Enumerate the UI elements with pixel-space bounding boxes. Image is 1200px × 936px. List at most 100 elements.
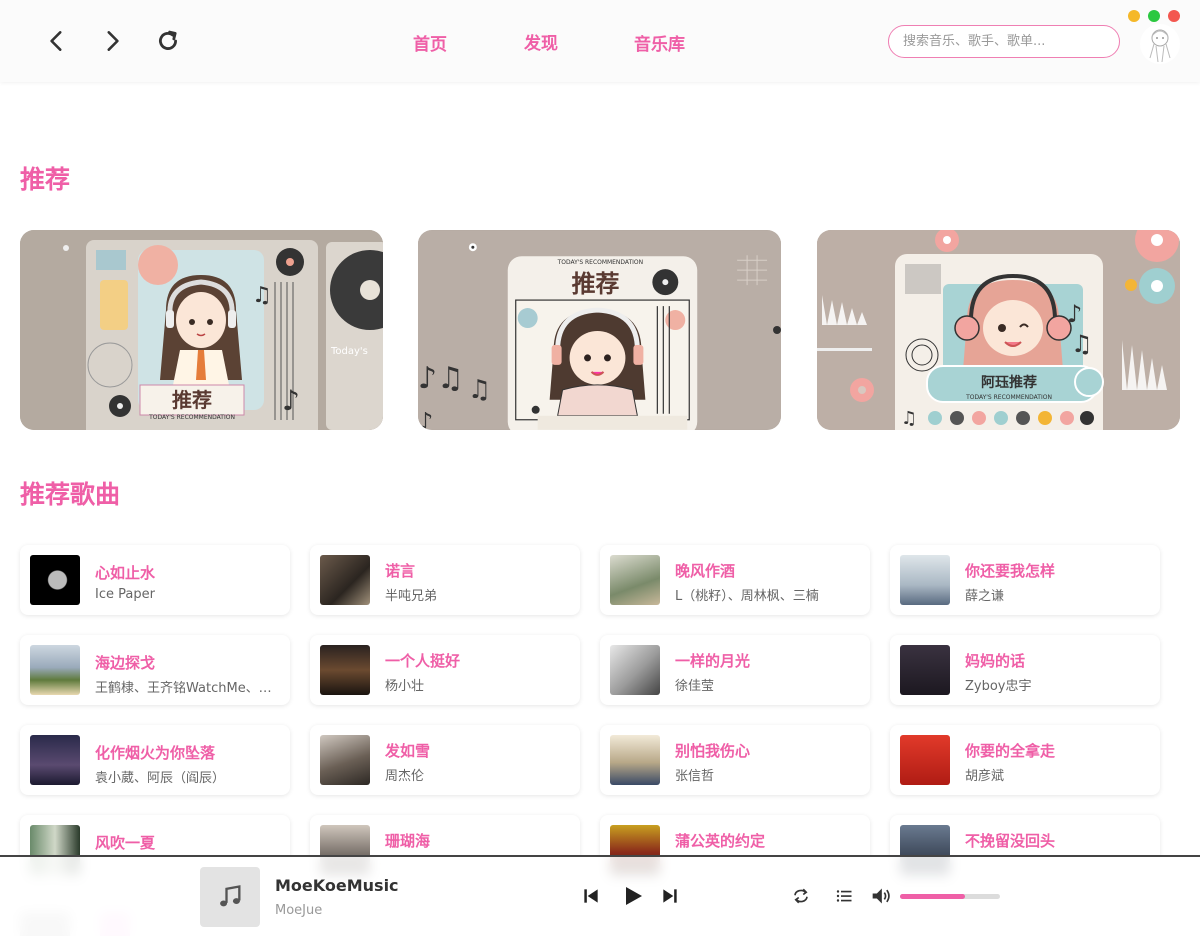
playlist-button[interactable]: [833, 885, 855, 907]
song-card[interactable]: 化作烟火为你坠落 袁小葳、阿辰（阎辰）: [20, 725, 290, 795]
song-artist: 半吨兄弟: [385, 589, 438, 604]
song-title: 化作烟火为你坠落: [95, 744, 216, 762]
next-button[interactable]: [657, 883, 683, 909]
song-title: 你要的全拿走: [965, 742, 1056, 760]
player-bar: MoeKoeMusic MoeJue: [0, 855, 1200, 936]
svg-text:♪: ♪: [282, 384, 300, 417]
song-title: 风吹一夏: [95, 834, 156, 852]
song-title: 不挽留没回头: [965, 832, 1056, 850]
song-title: 心如止水: [95, 564, 156, 582]
song-artist: 薛之谦: [965, 589, 1005, 604]
svg-text:TODAY'S RECOMMENDATION: TODAY'S RECOMMENDATION: [557, 259, 643, 266]
song-title: 一样的月光: [675, 652, 751, 670]
song-artist: 徐佳莹: [675, 679, 715, 694]
song-artist: 袁小葳、阿辰（阎辰）: [95, 771, 226, 786]
song-artist: 张信哲: [675, 769, 715, 784]
back-button[interactable]: [40, 24, 74, 58]
song-cover: [320, 555, 370, 605]
now-playing-cover[interactable]: [200, 867, 260, 927]
forward-button[interactable]: [95, 24, 129, 58]
svg-text:♫: ♫: [468, 375, 491, 405]
song-artist: Zyboy忠宇: [965, 679, 1032, 694]
svg-text:♪♫: ♪♫: [418, 361, 464, 396]
song-title: 你还要我怎样: [965, 562, 1056, 580]
song-title: 别怕我伤心: [675, 742, 751, 760]
song-cover: [900, 645, 950, 695]
svg-text:TODAY'S RECOMMENDATION: TODAY'S RECOMMENDATION: [148, 414, 235, 421]
banner-card[interactable]: 阿珏推荐 TODAY'S RECOMMENDATION ♫ ♪ ♫: [817, 230, 1180, 430]
repeat-button[interactable]: [790, 885, 812, 907]
skip-forward-icon: [663, 889, 677, 903]
song-card[interactable]: 海边探戈 王鹤棣、王齐铭WatchMe、…: [20, 635, 290, 705]
banner-artwork: ♪♫ ♫ ♪ TODAY'S RECOMMENDATION 推荐: [418, 230, 781, 430]
banner-card[interactable]: 推荐 TODAY'S RECOMMENDATION ♫ ♪ Today's: [20, 230, 383, 430]
volume-button[interactable]: [868, 884, 894, 908]
song-title: 珊瑚海: [385, 832, 431, 850]
song-cover: [30, 735, 80, 785]
top-bar: 首页 发现 音乐库: [0, 0, 1200, 82]
song-artist: 胡彦斌: [965, 769, 1005, 784]
play-button[interactable]: [618, 881, 648, 911]
song-card[interactable]: 一样的月光 徐佳莹: [600, 635, 870, 705]
tab-discover[interactable]: 发现: [524, 29, 558, 54]
refresh-button[interactable]: [151, 24, 185, 58]
avatar-sketch-icon: [1149, 29, 1171, 63]
song-card[interactable]: 妈妈的话 Zyboy忠宇: [890, 635, 1160, 705]
song-artist: L（桃籽）、周林枫、三楠: [675, 589, 819, 604]
song-title: 蒲公英的约定: [675, 832, 766, 850]
play-icon: [626, 887, 642, 905]
song-card[interactable]: 别怕我伤心 张信哲: [600, 725, 870, 795]
maximize-dot[interactable]: [1148, 10, 1160, 22]
song-cover: [320, 645, 370, 695]
song-title: 晚风作酒: [675, 562, 736, 580]
banner-card[interactable]: ♪♫ ♫ ♪ TODAY'S RECOMMENDATION 推荐: [418, 230, 781, 430]
list-icon: [836, 890, 852, 902]
song-card[interactable]: 心如止水 Ice Paper: [20, 545, 290, 615]
chevron-right-icon: [107, 31, 119, 51]
song-artist: 杨小壮: [385, 679, 425, 694]
svg-text:♪: ♪: [418, 408, 433, 430]
music-note-icon: [220, 885, 241, 907]
song-title: 妈妈的话: [965, 652, 1026, 670]
song-cover: [320, 735, 370, 785]
song-cover: [30, 645, 80, 695]
repeat-icon: [794, 888, 808, 904]
song-card[interactable]: 你还要我怎样 薛之谦: [890, 545, 1160, 615]
banner-artwork: 推荐 TODAY'S RECOMMENDATION ♫ ♪ Today's: [20, 230, 383, 430]
search-input[interactable]: [888, 25, 1120, 58]
tab-home[interactable]: 首页: [413, 30, 447, 55]
svg-text:♫: ♫: [1071, 330, 1093, 358]
svg-text:♪: ♪: [1067, 300, 1082, 328]
song-title: 海边探戈: [95, 654, 156, 672]
song-artist: 周杰伦: [385, 769, 425, 784]
now-playing-title: MoeKoeMusic: [275, 876, 399, 895]
close-dot[interactable]: [1168, 10, 1180, 22]
chevron-left-icon: [50, 31, 62, 51]
svg-text:阿珏推荐: 阿珏推荐: [981, 374, 1037, 391]
minimize-dot[interactable]: [1128, 10, 1140, 22]
song-card[interactable]: 一个人挺好 杨小壮: [310, 635, 580, 705]
song-artist: Ice Paper: [95, 587, 155, 602]
previous-button[interactable]: [578, 883, 604, 909]
skip-back-icon: [584, 889, 598, 903]
now-playing-artist: MoeJue: [275, 903, 323, 918]
tab-library[interactable]: 音乐库: [634, 30, 685, 55]
avatar[interactable]: [1140, 24, 1180, 64]
song-cover: [900, 735, 950, 785]
svg-text:♫: ♫: [252, 283, 272, 308]
svg-text:♫: ♫: [901, 408, 917, 429]
refresh-icon: [159, 30, 177, 50]
song-cover: [610, 645, 660, 695]
song-title: 一个人挺好: [385, 652, 461, 670]
song-cover: [900, 555, 950, 605]
song-card[interactable]: 发如雪 周杰伦: [310, 725, 580, 795]
svg-text:推荐: 推荐: [572, 270, 620, 298]
volume-slider[interactable]: [900, 894, 1000, 899]
svg-text:推荐: 推荐: [172, 388, 212, 412]
song-cover: [610, 555, 660, 605]
volume-icon: [872, 888, 890, 904]
song-card[interactable]: 你要的全拿走 胡彦斌: [890, 725, 1160, 795]
song-card[interactable]: 诺言 半吨兄弟: [310, 545, 580, 615]
song-title: 诺言: [385, 562, 416, 580]
song-card[interactable]: 晚风作酒 L（桃籽）、周林枫、三楠: [600, 545, 870, 615]
